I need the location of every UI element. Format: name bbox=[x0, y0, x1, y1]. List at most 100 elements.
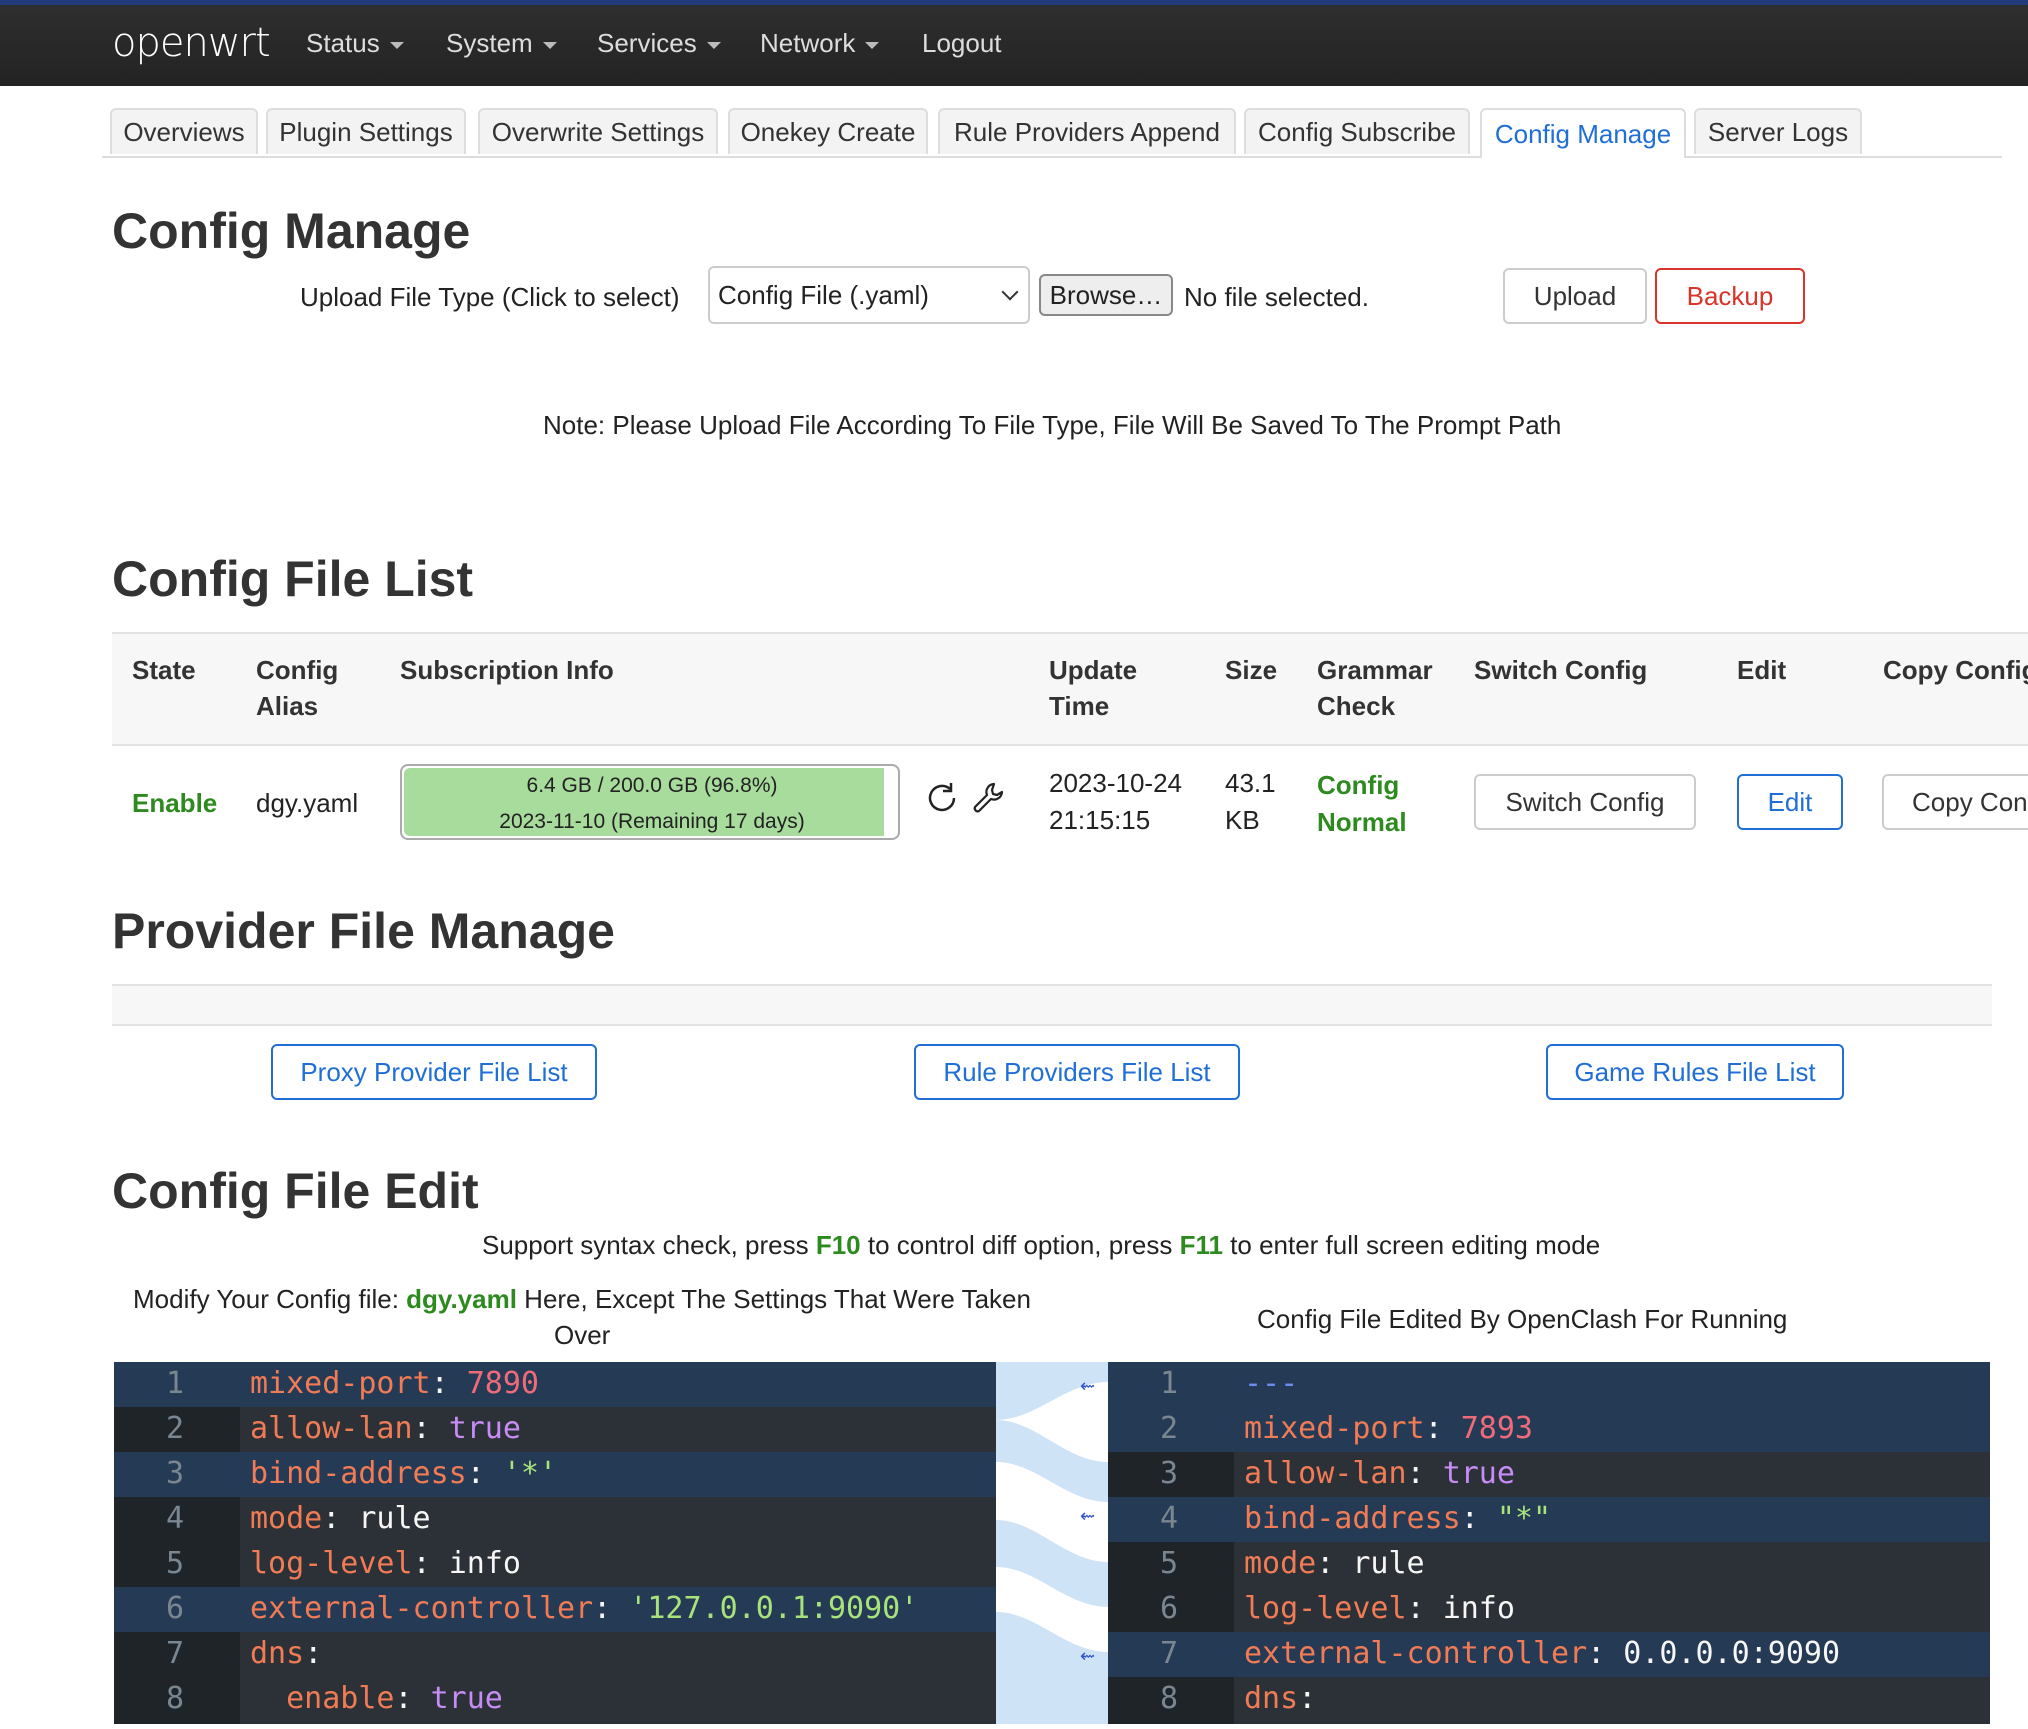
provider-manage-title: Provider File Manage bbox=[112, 903, 615, 959]
col-update-2: Time bbox=[1049, 691, 1110, 721]
line-number: 6 bbox=[1159, 1591, 1178, 1626]
backup-button[interactable]: Backup bbox=[1655, 268, 1805, 324]
right-code-line: 5 mode: rule bbox=[1108, 1542, 1990, 1587]
left-code-line: 8 enable: true bbox=[114, 1677, 996, 1722]
tab-bar: Overviews Plugin Settings Overwrite Sett… bbox=[102, 108, 2002, 158]
line-number: 3 bbox=[165, 1456, 184, 1491]
nav-system[interactable]: System bbox=[446, 28, 557, 59]
col-copy: Copy Config bbox=[1883, 655, 2028, 685]
upload-button[interactable]: Upload bbox=[1503, 268, 1647, 324]
code-text: mode: rule bbox=[250, 1501, 431, 1536]
provider-band bbox=[112, 984, 1992, 1026]
game-rules-file-list-button[interactable]: Game Rules File List bbox=[1546, 1044, 1844, 1100]
config-edit-title: Config File Edit bbox=[112, 1163, 479, 1219]
tab-overwrite-settings[interactable]: Overwrite Settings bbox=[478, 108, 718, 154]
col-subscription: Subscription Info bbox=[400, 655, 614, 685]
code-text: dns: bbox=[250, 1636, 341, 1671]
state-enable: Enable bbox=[132, 788, 218, 818]
proxy-provider-file-list-button[interactable]: Proxy Provider File List bbox=[271, 1044, 597, 1100]
code-text: mixed-port: 7890 bbox=[250, 1366, 539, 1401]
code-text: mode: rule bbox=[1244, 1546, 1425, 1581]
tab-plugin-settings[interactable]: Plugin Settings bbox=[266, 108, 466, 154]
no-file-label: No file selected. bbox=[1184, 282, 1369, 312]
subscription-expire: 2023-11-10 (Remaining 17 days) bbox=[499, 810, 805, 833]
f10-key: F10 bbox=[815, 1230, 861, 1260]
right-code-editor[interactable]: 1 --- 2 mixed-port: 7893 3 allow-lan: true 4 bi… bbox=[1108, 1362, 1990, 1724]
col-size: Size bbox=[1225, 655, 1278, 685]
right-code-line: 2 mixed-port: 7893 bbox=[1108, 1407, 1990, 1452]
update-time: 21:15:15 bbox=[1049, 805, 1151, 835]
tab-rule-providers-append[interactable]: Rule Providers Append bbox=[938, 108, 1236, 154]
window-stripe bbox=[0, 0, 2028, 5]
size-unit: KB bbox=[1225, 805, 1260, 835]
left-code-line: 4 mode: rule bbox=[114, 1497, 996, 1542]
svg-text:⇜: ⇜ bbox=[1080, 1506, 1095, 1527]
code-text: allow-lan: true bbox=[1244, 1456, 1515, 1491]
code-text: external-controller: '127.0.0.1:9090' bbox=[250, 1591, 919, 1626]
col-update-1: Update bbox=[1049, 655, 1138, 685]
browse-button[interactable]: Browse… bbox=[1039, 274, 1173, 316]
left-code-line: 1 mixed-port: 7890 bbox=[114, 1362, 996, 1407]
tab-overviews[interactable]: Overviews bbox=[110, 108, 258, 154]
f11-key: F11 bbox=[1179, 1230, 1223, 1260]
edit-button[interactable]: Edit bbox=[1737, 774, 1843, 830]
line-number: 2 bbox=[165, 1411, 184, 1446]
left-code-line: 5 log-level: info bbox=[114, 1542, 996, 1587]
code-text: mixed-port: 7893 bbox=[1244, 1411, 1533, 1446]
right-code-line: 7 external-controller: 0.0.0.0:9090 bbox=[1108, 1632, 1990, 1677]
code-text: allow-lan: true bbox=[250, 1411, 521, 1446]
code-text: --- bbox=[1244, 1366, 1299, 1401]
nav-logout-label: Logout bbox=[922, 28, 1002, 58]
file-type-select[interactable]: Config File (.yaml) bbox=[708, 266, 1030, 324]
tab-server-logs[interactable]: Server Logs bbox=[1694, 108, 1862, 154]
nav-services[interactable]: Services bbox=[597, 28, 721, 59]
line-number: 1 bbox=[1159, 1366, 1178, 1401]
col-state: State bbox=[132, 655, 196, 685]
left-code-line: 6 external-controller: '127.0.0.1:9090' bbox=[114, 1587, 996, 1632]
left-code-editor[interactable]: 1 mixed-port: 7890 2 allow-lan: true 3 bind-a… bbox=[114, 1362, 996, 1724]
col-switch: Switch Config bbox=[1474, 655, 1648, 685]
col-edit: Edit bbox=[1737, 655, 1787, 685]
line-number: 5 bbox=[165, 1546, 184, 1581]
nav-services-label: Services bbox=[597, 28, 697, 58]
right-editor-caption: Config File Edited By OpenClash For Runn… bbox=[1257, 1304, 1788, 1334]
left-code-line: 7 dns: bbox=[114, 1632, 996, 1677]
subscription-usage: 6.4 GB / 200.0 GB (96.8%) bbox=[526, 774, 778, 797]
nav-status[interactable]: Status bbox=[306, 28, 404, 59]
wrench-icon[interactable] bbox=[970, 780, 1006, 816]
svg-text:⇜: ⇜ bbox=[1080, 1646, 1095, 1667]
rule-providers-file-list-button[interactable]: Rule Providers File List bbox=[914, 1044, 1240, 1100]
right-code-line: 4 bind-address: "*" bbox=[1108, 1497, 1990, 1542]
grammar-status-1: Config bbox=[1317, 770, 1400, 800]
size-value: 43.1 bbox=[1225, 768, 1276, 798]
code-text: bind-address: "*" bbox=[1244, 1501, 1552, 1536]
right-code-line: 6 log-level: info bbox=[1108, 1587, 1990, 1632]
line-number: 6 bbox=[165, 1591, 184, 1626]
diff-merge-bar[interactable]: ⇜ ⇜ ⇜ bbox=[996, 1362, 1108, 1724]
line-number: 4 bbox=[1159, 1501, 1178, 1536]
line-number: 5 bbox=[1159, 1546, 1178, 1581]
nav-logout[interactable]: Logout bbox=[922, 28, 1002, 59]
help-part-c: to enter full screen editing mode bbox=[1222, 1230, 1601, 1260]
right-code-line: 3 allow-lan: true bbox=[1108, 1452, 1990, 1497]
copy-config-button[interactable]: Copy Con bbox=[1882, 774, 2028, 830]
tab-config-subscribe[interactable]: Config Subscribe bbox=[1244, 108, 1470, 154]
col-alias-2: Alias bbox=[256, 691, 319, 721]
code-text: bind-address: '*' bbox=[250, 1456, 558, 1491]
col-grammar-1: Grammar bbox=[1317, 655, 1433, 685]
left-code-line: 2 allow-lan: true bbox=[114, 1407, 996, 1452]
tab-config-manage[interactable]: Config Manage bbox=[1480, 108, 1686, 158]
left-editor-caption: Modify Your Config file: dgy.yaml Here, … bbox=[133, 1284, 1031, 1315]
line-number: 7 bbox=[165, 1636, 184, 1671]
upload-note: Note: Please Upload File According To Fi… bbox=[543, 410, 1562, 440]
brand-logo[interactable]: openwrt bbox=[112, 20, 271, 66]
refresh-icon[interactable] bbox=[924, 780, 960, 816]
line-number: 7 bbox=[1159, 1636, 1178, 1671]
chevron-down-icon bbox=[542, 42, 557, 49]
tab-onekey-create[interactable]: Onekey Create bbox=[728, 108, 928, 154]
nav-system-label: System bbox=[446, 28, 533, 58]
switch-config-button[interactable]: Switch Config bbox=[1474, 774, 1696, 830]
help-part-b: to control diff option, press bbox=[860, 1230, 1180, 1260]
left-caption-b: Here, Except The Settings That Were Take… bbox=[516, 1284, 1031, 1314]
nav-network[interactable]: Network bbox=[760, 28, 880, 59]
